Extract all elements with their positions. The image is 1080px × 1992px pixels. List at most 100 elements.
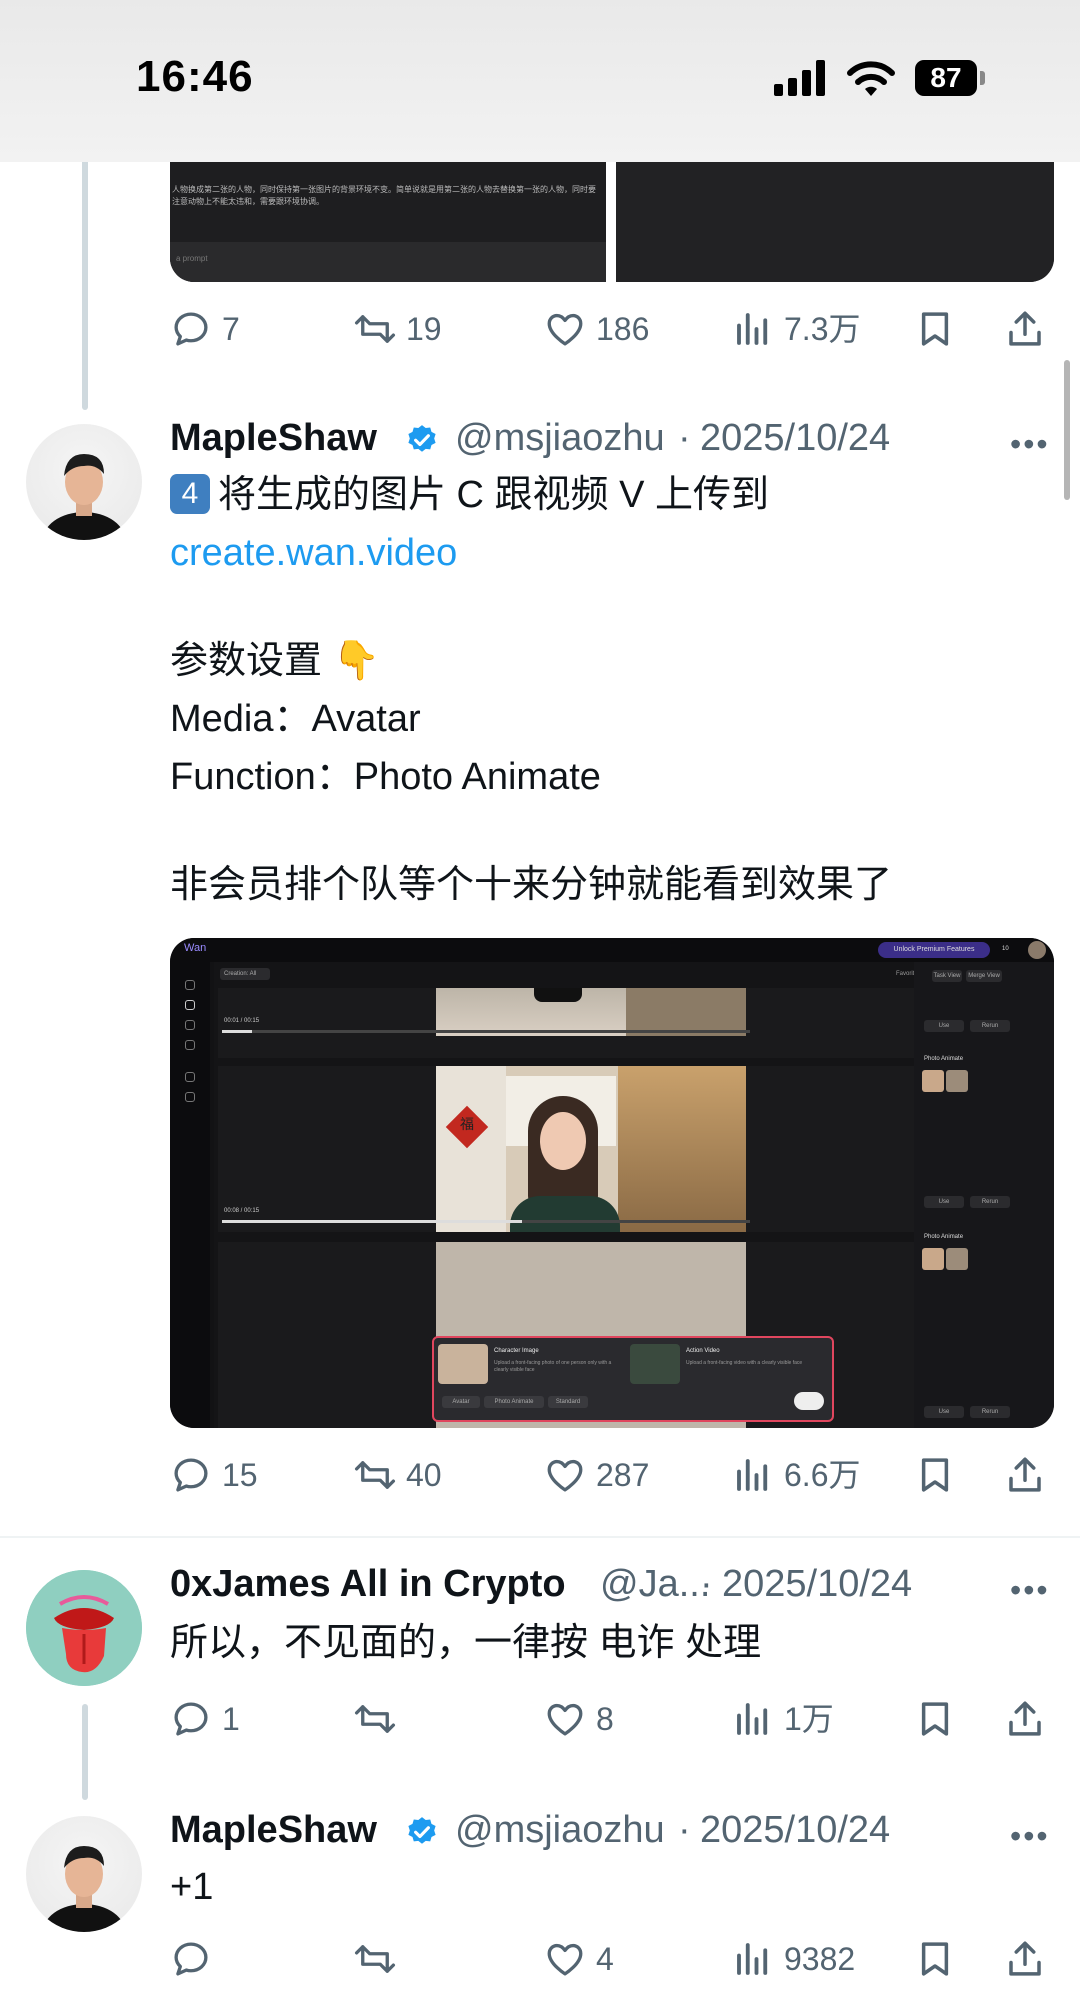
author-name[interactable]: MapleShaw (170, 1809, 377, 1852)
use-button-1: Use (924, 1020, 964, 1032)
reply-icon (174, 1942, 208, 1976)
cellular-signal-icon (774, 60, 830, 96)
reply-text: +1 (170, 1866, 214, 1908)
use-button-3: Use (924, 1406, 964, 1418)
battery-indicator: 87 (915, 60, 977, 96)
previous-tweet-media[interactable]: 人物换成第二张的人物，同时保持第一张图片的背景环境不变。简单说就是用第二张的人物… (170, 150, 1054, 282)
reply-count: 7 (222, 311, 240, 347)
tweet-media-screenshot[interactable]: Wan Unlock Premium Features 10 Creation:… (170, 938, 1054, 1428)
share-button[interactable] (1004, 1450, 1056, 1500)
reply-text: 所以，不见面的，一律按 电诈 处理 (170, 1622, 762, 1664)
status-time: 16:46 (136, 52, 254, 101)
tweet-text-upload: 将生成的图片 C 跟视频 V 上传到 (218, 474, 770, 516)
views-button[interactable]: 7.3万 (732, 304, 861, 354)
tweet-link[interactable]: create.wan.video (170, 524, 457, 582)
author-handle[interactable]: @msjiaozhu (455, 417, 665, 460)
like-count: 4 (596, 1941, 614, 1977)
repost-button[interactable] (354, 1934, 406, 1984)
verified-badge-icon (408, 425, 436, 452)
popup-photo-animate-tab: Photo Animate (484, 1396, 544, 1408)
reply-count: 15 (222, 1457, 258, 1493)
tweet-date[interactable]: 2025/10/24 (700, 1809, 890, 1852)
reply-button[interactable]: 15 (170, 1450, 258, 1500)
tweet-line-1: 4 将生成的图片 C 跟视频 V 上传到 (170, 466, 769, 524)
bookmark-button[interactable] (914, 1934, 966, 1984)
media-left-panel: 人物换成第二张的人物，同时保持第一张图片的背景环境不变。简单说就是用第二张的人物… (170, 150, 606, 282)
heart-icon (547, 1703, 583, 1736)
repost-count: 19 (406, 311, 442, 347)
like-button[interactable]: 4 (544, 1934, 614, 1984)
avatar[interactable] (26, 1816, 142, 1932)
person-avatar-image (42, 454, 126, 540)
bookmark-button[interactable] (914, 1450, 966, 1500)
reply-count: 1 (222, 1701, 240, 1737)
heart-icon (547, 313, 583, 346)
like-button[interactable]: 8 (544, 1694, 614, 1744)
video-row-2: 福 00:08 / 00:15 (218, 1066, 950, 1232)
popup-standard-tab: Standard (548, 1396, 588, 1408)
tweet-date[interactable]: 2025/10/24 (700, 417, 890, 460)
filter-select: Creation: All (220, 968, 270, 980)
author-name[interactable]: 0xJames All in Crypto (170, 1563, 566, 1606)
more-options-button[interactable]: ••• (1010, 1572, 1050, 1609)
avatar[interactable] (26, 1570, 142, 1686)
rerun-button-1: Rerun (970, 1020, 1010, 1032)
share-icon (1009, 1457, 1041, 1492)
reply-icon (174, 312, 208, 346)
reply-icon (174, 1702, 208, 1736)
popup-avatar-tab: Avatar (442, 1396, 480, 1408)
like-button[interactable]: 186 (544, 304, 649, 354)
scrollbar[interactable] (1064, 360, 1070, 500)
action-video-desc: Upload a front-facing video with a clear… (686, 1360, 803, 1366)
verified-badge-icon (408, 1817, 436, 1844)
battery-cap (980, 71, 985, 85)
tongue-logo-avatar-image (26, 1570, 142, 1686)
media-caption: 人物换成第二张的人物，同时保持第一张图片的背景环境不变。简单说就是用第二张的人物… (172, 185, 596, 206)
share-icon (1009, 1701, 1041, 1736)
author-handle[interactable]: @Ja... (600, 1563, 710, 1606)
share-button[interactable] (1004, 304, 1056, 354)
character-thumb (438, 1344, 488, 1384)
views-button[interactable]: 9382 (732, 1934, 855, 1984)
share-button[interactable] (1004, 1934, 1056, 1984)
thread-line (82, 150, 88, 410)
bookmark-button[interactable] (914, 304, 966, 354)
upload-popup: Character Image Upload a front-facing ph… (432, 1336, 834, 1422)
reply-button[interactable] (170, 1934, 222, 1984)
thumb-2b (946, 1248, 968, 1270)
rerun-button-3: Rerun (970, 1406, 1010, 1418)
share-button[interactable] (1004, 1694, 1056, 1744)
reply-button[interactable]: 7 (170, 304, 240, 354)
rerun-button-2: Rerun (970, 1196, 1010, 1208)
action-thumb (630, 1344, 680, 1384)
media-right-panel (616, 150, 1054, 282)
reply-button[interactable]: 1 (170, 1694, 240, 1744)
avatar[interactable] (26, 424, 142, 540)
tweet-date[interactable]: 2025/10/24 (722, 1563, 912, 1606)
like-button[interactable]: 287 (544, 1450, 649, 1500)
views-icon (737, 1459, 768, 1491)
wan-avatar (1028, 941, 1046, 959)
more-options-button[interactable]: ••• (1010, 1818, 1050, 1855)
heart-icon (547, 1943, 583, 1976)
more-options-button[interactable]: ••• (1010, 426, 1050, 463)
repost-button[interactable] (354, 1694, 406, 1744)
views-button[interactable]: 6.6万 (732, 1450, 861, 1500)
action-bar: 1 8 1万 (170, 1694, 1050, 1744)
media-gap (606, 150, 616, 282)
repost-button[interactable]: 40 (354, 1450, 442, 1500)
views-button[interactable]: 1万 (732, 1694, 834, 1744)
panel-title-1: Photo Animate (924, 1056, 964, 1062)
video-row-1: 00:01 / 00:15 (218, 988, 950, 1058)
wan-task-panel: Task View Merge View Use Rerun Photo Ani… (914, 962, 1054, 1428)
author-handle[interactable]: @msjiaozhu (455, 1809, 665, 1852)
bookmark-button[interactable] (914, 1694, 966, 1744)
author-name[interactable]: MapleShaw (170, 417, 377, 460)
unlock-premium-button: Unlock Premium Features (878, 942, 990, 958)
views-icon (737, 1703, 768, 1735)
video-time-1: 00:01 / 00:15 (224, 1018, 260, 1024)
bookmark-icon (921, 1458, 949, 1492)
share-icon (1009, 1941, 1041, 1976)
views-count: 7.3万 (784, 311, 861, 347)
repost-button[interactable]: 19 (354, 304, 442, 354)
